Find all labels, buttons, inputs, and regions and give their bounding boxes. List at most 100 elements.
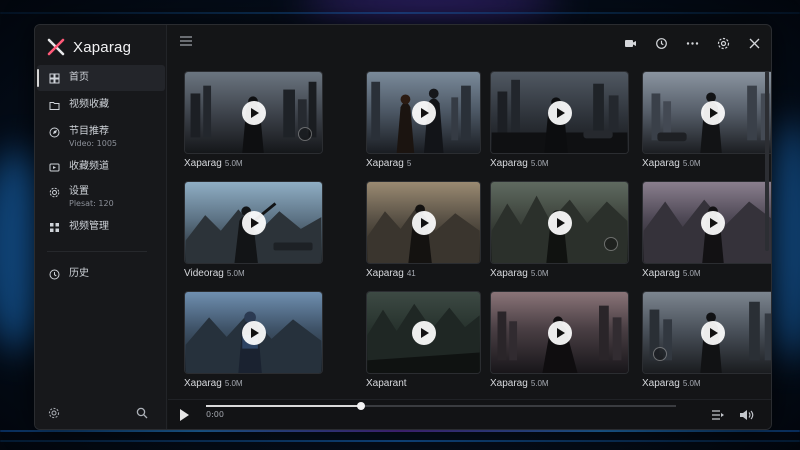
video-card[interactable]: Xaparag 5.0M	[490, 181, 629, 279]
grid-icon	[50, 223, 59, 232]
settings-icon[interactable]	[717, 37, 730, 50]
time-label: 0:00	[206, 410, 224, 419]
sidebar-item-settings[interactable]: 设置 Plesat: 120	[37, 185, 165, 209]
sidebar-item-recommend[interactable]: 节目推荐 Video: 1005	[37, 125, 165, 149]
video-thumbnail[interactable]	[366, 71, 481, 154]
video-title: Xaparag	[642, 158, 680, 169]
video-card[interactable]: Xaparag 5.0M	[490, 71, 629, 169]
play-icon[interactable]	[547, 320, 572, 345]
overlay-icon	[604, 237, 618, 251]
video-meta: 5.0M	[224, 159, 243, 168]
clock-icon	[49, 269, 60, 280]
sidebar-item-channels[interactable]: 收藏频道	[37, 160, 165, 173]
sidebar-item-home[interactable]: 首页	[37, 65, 165, 91]
video-title: Xaparag	[184, 378, 222, 389]
progress-track[interactable]	[206, 402, 676, 410]
sidebar-item-label: 视频收藏	[69, 99, 109, 110]
video-meta: 5.0M	[682, 159, 701, 168]
play-icon[interactable]	[701, 320, 725, 345]
video-card[interactable]: Xaparag 5.0M	[642, 291, 771, 389]
video-caption: Xaparag 5.0M	[490, 158, 629, 169]
video-thumbnail[interactable]	[642, 291, 771, 374]
video-title: Xaparag	[366, 268, 404, 279]
sidebar-item-label: 首页	[69, 72, 89, 83]
settings-icon[interactable]	[48, 407, 60, 419]
sidebar-item-favorites[interactable]: 视频收藏	[37, 98, 165, 111]
video-card[interactable]: Xaparag 5.0M	[184, 291, 323, 389]
video-caption: Xaparag 5	[366, 158, 481, 169]
video-meta: 41	[406, 269, 416, 278]
history-icon[interactable]	[655, 37, 668, 50]
video-meta: 5.0M	[226, 269, 245, 278]
video-card[interactable]: Xaparag 5.0M	[184, 71, 323, 169]
video-thumbnail[interactable]	[366, 291, 481, 374]
video-title: Xaparag	[490, 158, 528, 169]
video-thumbnail[interactable]	[366, 181, 481, 264]
camera-icon[interactable]	[624, 37, 637, 50]
video-thumbnail[interactable]	[490, 71, 629, 154]
main-content: Xaparag 5.0M Xaparag 5 Xaparag 5.0M Xapa…	[168, 25, 771, 429]
overlay-icon	[298, 127, 312, 141]
video-card[interactable]: Xaparag 5.0M	[642, 181, 771, 279]
video-card[interactable]: Xaparag 5.0M	[490, 291, 629, 389]
sidebar-item-label: 视频管理	[69, 221, 109, 232]
play-icon[interactable]	[701, 210, 725, 235]
video-title: Xaparag	[490, 268, 528, 279]
video-card[interactable]: Xaparag 5	[366, 71, 481, 169]
play-icon[interactable]	[547, 100, 572, 125]
sidebar-footer	[35, 399, 167, 429]
video-thumbnail[interactable]	[642, 181, 771, 264]
background-streak	[0, 430, 800, 432]
sidebar-item-label: 节目推荐	[69, 126, 109, 137]
video-thumbnail[interactable]	[184, 291, 323, 374]
app-name: Xaparag	[73, 38, 132, 56]
compass-icon	[49, 127, 60, 138]
sidebar-item-manage[interactable]: 视频管理	[37, 220, 165, 233]
video-title: Xaparant	[366, 378, 407, 389]
play-icon[interactable]	[411, 100, 436, 125]
home-icon	[49, 73, 60, 84]
play-icon[interactable]	[411, 320, 436, 345]
channels-icon	[49, 163, 60, 172]
search-icon[interactable]	[136, 407, 148, 419]
close-icon[interactable]	[748, 37, 761, 50]
video-thumbnail[interactable]	[184, 71, 323, 154]
video-card[interactable]: Xaparag 41	[366, 181, 481, 279]
play-icon[interactable]	[547, 210, 572, 235]
video-card[interactable]: Xaparant	[366, 291, 481, 389]
play-icon[interactable]	[241, 320, 266, 345]
video-thumbnail[interactable]	[642, 71, 771, 154]
brand: Xaparag	[47, 33, 131, 61]
video-caption: Xaparag 5.0M	[642, 158, 771, 169]
play-icon[interactable]	[701, 100, 725, 125]
video-title: Xaparag	[366, 158, 404, 169]
play-icon[interactable]	[241, 210, 266, 235]
video-thumbnail[interactable]	[490, 291, 629, 374]
video-title: Xaparag	[642, 378, 680, 389]
video-thumbnail[interactable]	[490, 181, 629, 264]
play-icon[interactable]	[241, 100, 266, 125]
progress-fill	[206, 405, 362, 407]
sidebar-item-label: 设置	[69, 186, 89, 197]
volume-icon[interactable]	[739, 409, 755, 421]
gear-icon	[49, 187, 60, 198]
video-caption: Xaparag 41	[366, 268, 481, 279]
video-thumbnail[interactable]	[184, 181, 323, 264]
sidebar-item-count: Plesat: 120	[69, 199, 114, 208]
play-icon[interactable]	[411, 210, 436, 235]
video-card[interactable]: Xaparag 5.0M	[642, 71, 771, 169]
progress-knob[interactable]	[357, 402, 366, 410]
play-icon[interactable]	[180, 409, 189, 421]
video-meta: 5.0M	[530, 379, 549, 388]
video-card[interactable]: Videorag 5.0M	[184, 181, 323, 279]
more-icon[interactable]	[686, 37, 699, 50]
sidebar-item-history[interactable]: 历史	[37, 267, 165, 280]
video-caption: Xaparag 5.0M	[490, 268, 629, 279]
video-caption: Xaparant	[366, 378, 481, 389]
video-caption: Xaparag 5.0M	[184, 158, 323, 169]
menu-icon[interactable]	[180, 36, 192, 46]
playlist-icon[interactable]	[711, 409, 725, 421]
app-window: Xaparag 首页 视频收藏 节目推荐 Video: 1005 收藏频道 设置	[34, 24, 772, 430]
scrollbar[interactable]	[765, 71, 769, 251]
video-caption: Xaparag 5.0M	[642, 378, 771, 389]
